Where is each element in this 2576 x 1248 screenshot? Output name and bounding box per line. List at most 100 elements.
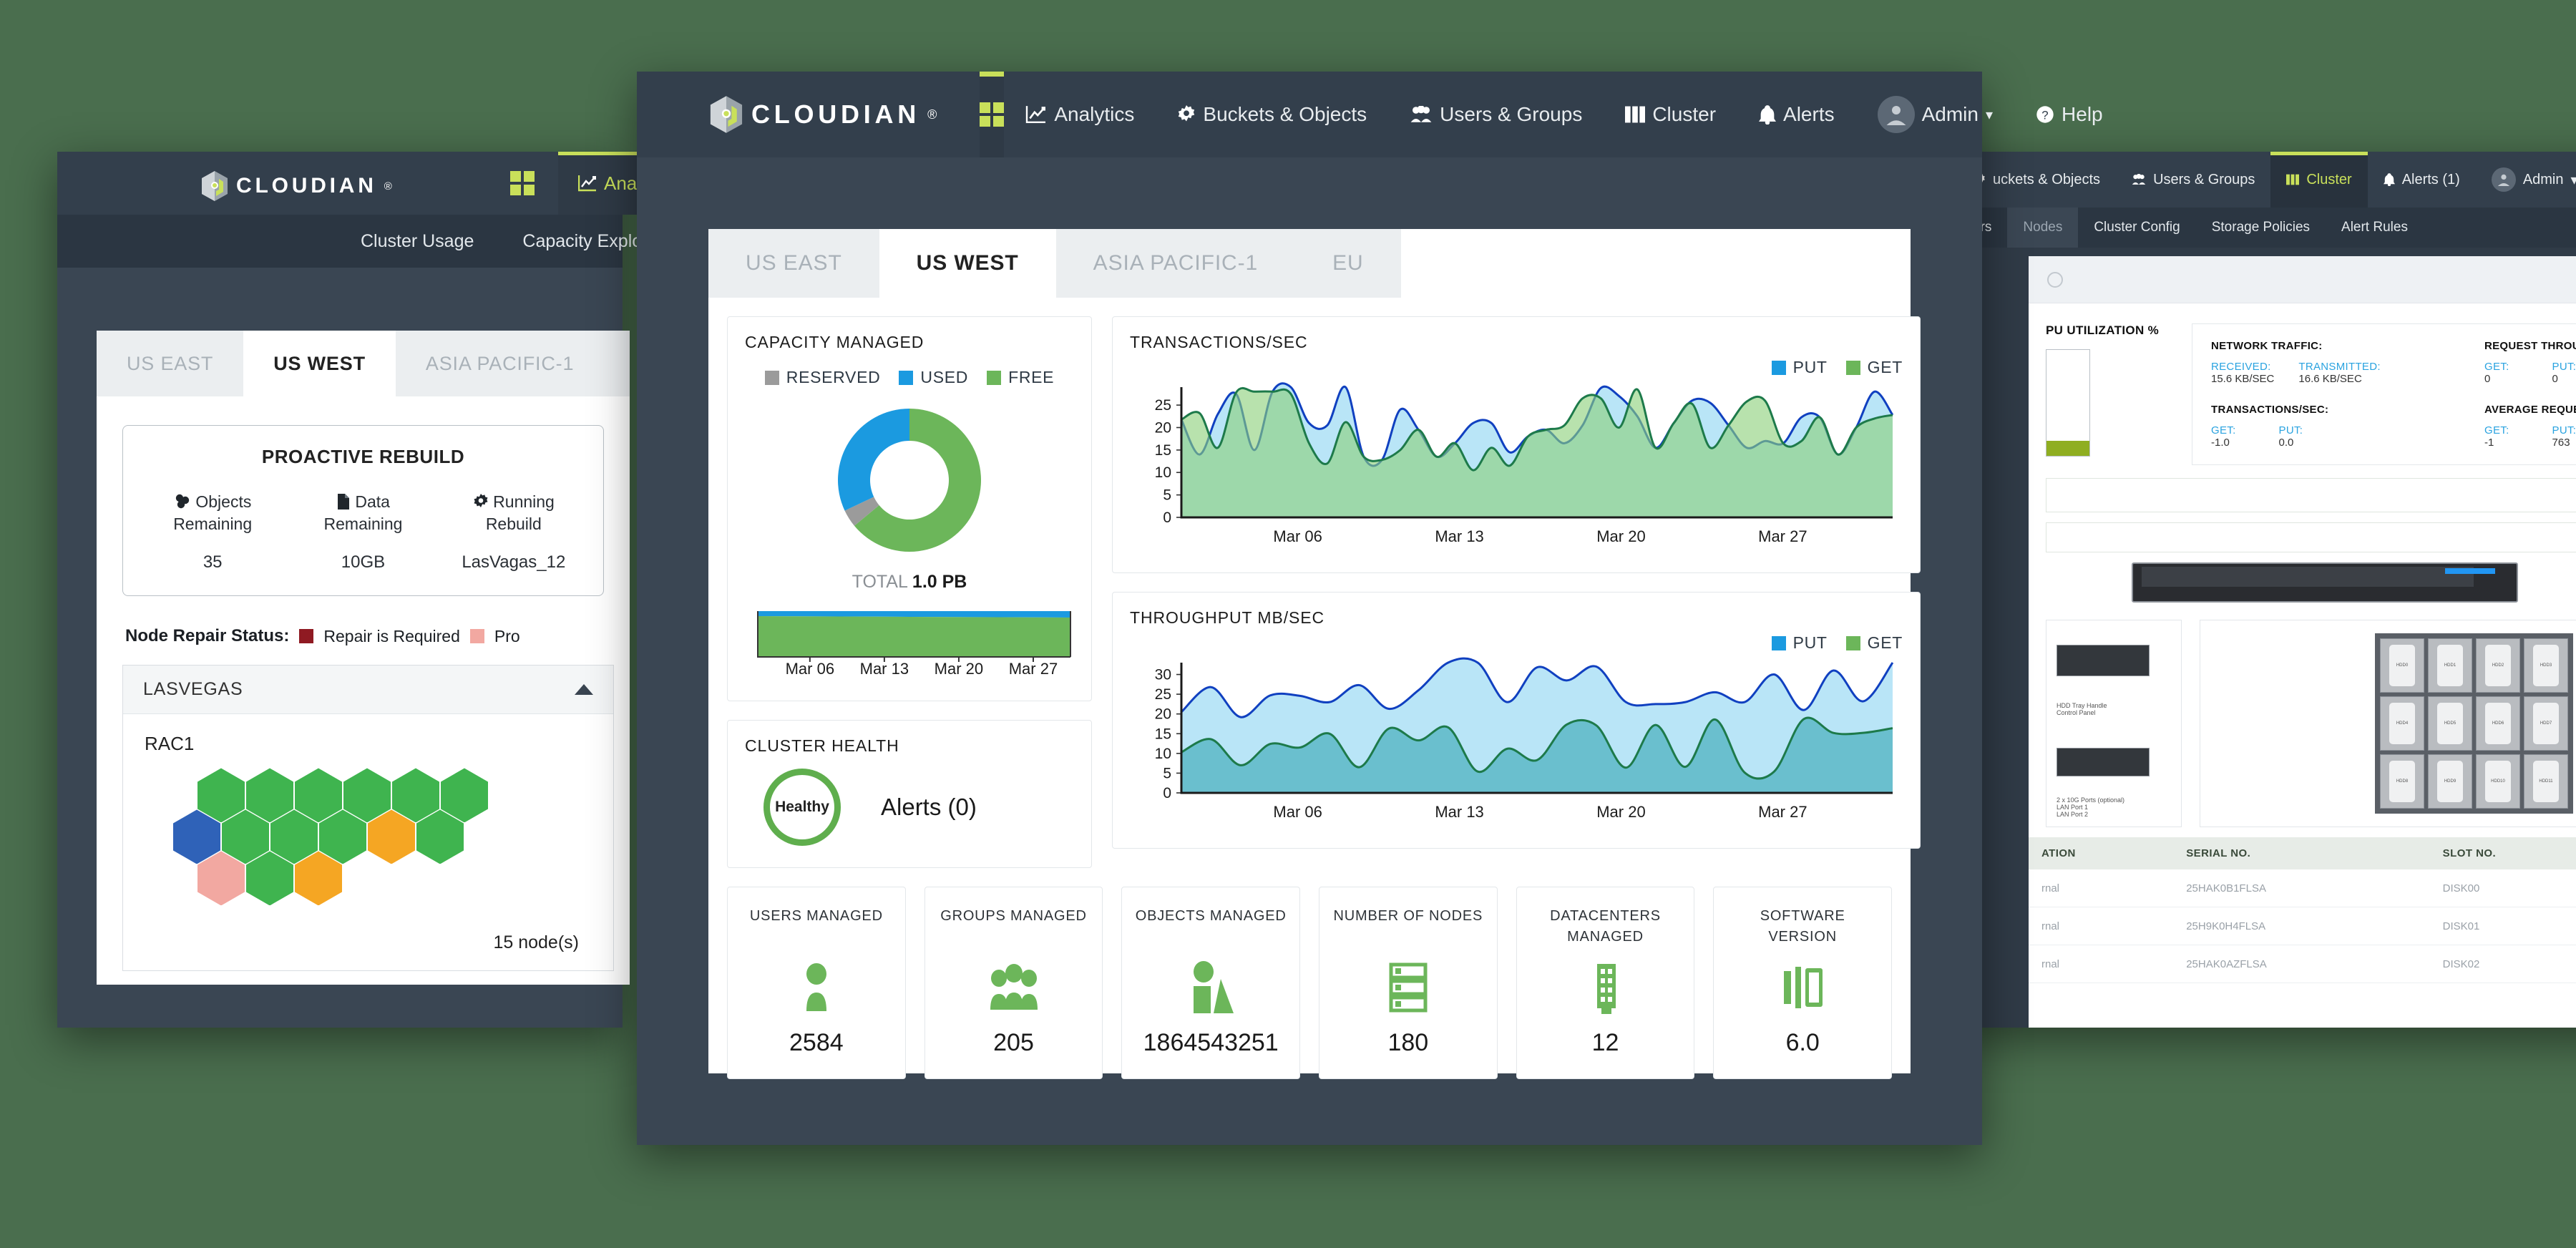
series-area-get [1181,388,1893,517]
tab-us-west[interactable]: US WEST [243,331,396,396]
chevron-up-icon[interactable] [575,684,593,696]
nav-item-cluster[interactable]: Cluster [2270,152,2368,208]
radio-icon[interactable] [2047,271,2063,288]
drive-grid: HDD0 HDD1 HDD2 HDD3 HDD4 HDD5 HDD6 HDD7 HDD8 HDD9… [2375,633,2573,814]
legend-used[interactable]: USED [899,368,968,387]
tab-us-east[interactable]: US EAST [97,331,244,396]
tab-asia-pacific-1[interactable]: ASIA PACIFIC-1 [1055,229,1296,298]
subnav-item-alert-rules[interactable]: Alert Rules [2326,208,2424,248]
drive-label: HDD5 [2437,703,2463,744]
lan-port-2-label: LAN Port 2 [2057,811,2089,818]
drive-bay[interactable]: HDD8 [2380,754,2424,809]
main-dashboard-window[interactable]: CLOUDIAN ® Analytics Buckets & Objects U… [637,72,2103,1145]
legend-get[interactable]: GET [1845,358,1903,377]
left-grid-dashboard-button[interactable] [499,152,545,215]
tab-eu[interactable]: EU [1295,229,1401,298]
stat-card-objects-managed[interactable]: OBJECTS MANAGED 1864543251 [1121,887,1301,1079]
transactions-legend: PUT GET [1771,358,1903,377]
drive-bay-panel: HDD0 HDD1 HDD2 HDD3 HDD4 HDD5 HDD6 HDD7 HDD8 HDD9… [2200,620,2576,827]
received-value: 15.6 KB/SEC [2211,373,2275,385]
table-row[interactable]: rnal 25HAK0AZFLSA DISK02 [2029,945,2576,983]
collapsed-section-bar[interactable] [2046,478,2576,512]
capacity-over-time-chart[interactable]: Mar 06 Mar 13 Mar 20 Mar 27 [745,607,1074,678]
drive-bay[interactable]: HDD11 [2524,754,2568,809]
drive-bay[interactable]: HDD0 [2380,638,2424,693]
node-metrics-panel: NETWORK TRAFFIC: RECEIVED: 15.6 KB/SEC T… [2192,323,2576,465]
drive-bay[interactable]: HDD3 [2524,638,2568,693]
donut-slice-used[interactable] [838,409,909,511]
x-tick-label: Mar 06 [1273,527,1322,545]
capacity-donut-chart[interactable] [824,394,995,566]
transactions-area-chart[interactable]: 0 5 10 15 20 25 Mar 06 Mar 13 Mar 20 Mar 27 [1130,377,1903,556]
subnav-item-storage-policies[interactable]: Storage Policies [2196,208,2326,248]
legend-put[interactable]: PUT [1771,633,1828,653]
throughput-area-chart[interactable]: 0 5 10 15 20 25 30 Mar 06 Mar 13 Mar 20 Mar 27 [1130,653,1903,832]
cloudian-mark-icon [710,96,743,133]
nav-item-admin[interactable]: Admin ▾ [2476,152,2576,208]
avg-latency-heading: AVERAGE REQUEST LATENCY (MS): [2484,404,2576,416]
drive-bay[interactable]: HDD2 [2476,638,2520,693]
legend-swatch-pro [469,629,484,644]
right-column: TRANSACTIONS/SEC PUT GET 0 5 10 15 20 25… [1112,316,1921,868]
dashboard-grid: CAPACITY MANAGED RESERVED USED FREE TOTA… [708,298,1921,868]
ports-10g-label: 2 x 10G Ports (optional) [2057,796,2125,804]
stat-card-number-of-nodes[interactable]: NUMBER OF NODES 180 [1319,887,1498,1079]
drive-bay[interactable]: HDD4 [2380,696,2424,751]
drive-bay[interactable]: HDD5 [2428,696,2472,751]
stat-card-software-version[interactable]: SOFTWARE VERSION 6.0 [1713,887,1893,1079]
stat-card-users-managed[interactable]: USERS MANAGED 2584 [727,887,906,1079]
drive-bay[interactable]: HDD9 [2428,754,2472,809]
nav-item-admin[interactable]: Admin ▾ [1856,72,2014,157]
nav-item-analytics[interactable]: Analytics [1004,72,1156,157]
drive-bay[interactable]: HDD1 [2428,638,2472,693]
drive-label: HDD8 [2389,761,2415,802]
disk-serial: 25H9K0H4FLSA [2173,907,2430,945]
legend-free[interactable]: FREE [987,368,1054,387]
right-background-window[interactable]: uckets & Objects Users & Groups Cluster … [1957,152,2576,1028]
nav-item-dashboard[interactable] [980,72,1005,157]
drive-bay[interactable]: HDD7 [2524,696,2568,751]
subnav-item-nodes[interactable]: Nodes [2007,208,2079,248]
bell-icon [2383,173,2395,186]
nav-item-users-groups-label: Users & Groups [2153,171,2255,187]
nav-item-users-groups[interactable]: Users & Groups [2116,152,2270,208]
nav-item-alerts[interactable]: Alerts (1) [2368,152,2476,208]
nav-item-cluster[interactable]: Cluster [1604,72,1737,157]
disk-table-header-row: ATION SERIAL NO. SLOT NO. BLINK [2029,837,2576,869]
svg-text:?: ? [2041,109,2048,122]
datacenter-accordion-lasvegas[interactable]: LASVEGAS RAC1 15 node(s) [122,665,614,972]
nav-item-alerts[interactable]: Alerts [1737,72,1856,157]
nav-item-users-groups[interactable]: Users & Groups [1388,72,1604,157]
stat-caption: USERS MANAGED [749,908,883,924]
hardware-section-header[interactable] [2046,522,2576,552]
stat-card-groups-managed[interactable]: GROUPS MANAGED 205 [924,887,1103,1079]
tab-us-east[interactable]: US EAST [708,229,879,298]
subnav-item-cluster-usage[interactable]: Cluster Usage [336,215,498,268]
table-row[interactable]: rnal 25HAK0B1FLSA DISK00 [2029,869,2576,907]
tab-asia-pacific-1[interactable]: ASIA PACIFIC-1 [395,331,605,396]
left-window-content: US EAST US WEST ASIA PACIFIC-1 PROACTIVE… [97,331,630,985]
stat-card-datacenters-managed[interactable]: DATACENTERS MANAGED 12 [1516,887,1695,1079]
legend-get[interactable]: GET [1845,633,1903,653]
capacity-total: TOTAL 1.0 PB [745,572,1074,593]
legend-label-free: FREE [1008,368,1055,386]
alerts-count-label[interactable]: Alerts (0) [881,794,977,821]
left-region-tabs: US EAST US WEST ASIA PACIFIC-1 [97,331,630,396]
nav-item-buckets-objects[interactable]: Buckets & Objects [1156,72,1388,157]
table-row[interactable]: rnal 25H9K0H4FLSA DISK01 [2029,907,2576,945]
drive-label: HDD11 [2533,761,2559,802]
nav-item-help[interactable]: ? Help [2014,72,2124,157]
drive-bay[interactable]: HDD6 [2476,696,2520,751]
accordion-header[interactable]: LASVEGAS [123,666,613,715]
drive-bay[interactable]: HDD10 [2476,754,2520,809]
col-serial-no: SERIAL NO. [2173,837,2430,869]
subnav-item-cluster-config[interactable]: Cluster Config [2078,208,2195,248]
drive-label: HDD1 [2437,645,2463,686]
node-selector-bar[interactable] [2029,256,2576,303]
legend-reserved[interactable]: RESERVED [764,368,881,387]
legend-put[interactable]: PUT [1771,358,1828,377]
stat-caption: SOFTWARE VERSION [1760,908,1845,945]
left-background-window[interactable]: CLOUDIAN ® Analytics Cluster Usage Capac… [57,152,699,1028]
nav-item-buckets-objects-label: uckets & Objects [1993,171,2101,187]
tab-us-west[interactable]: US WEST [879,229,1056,298]
